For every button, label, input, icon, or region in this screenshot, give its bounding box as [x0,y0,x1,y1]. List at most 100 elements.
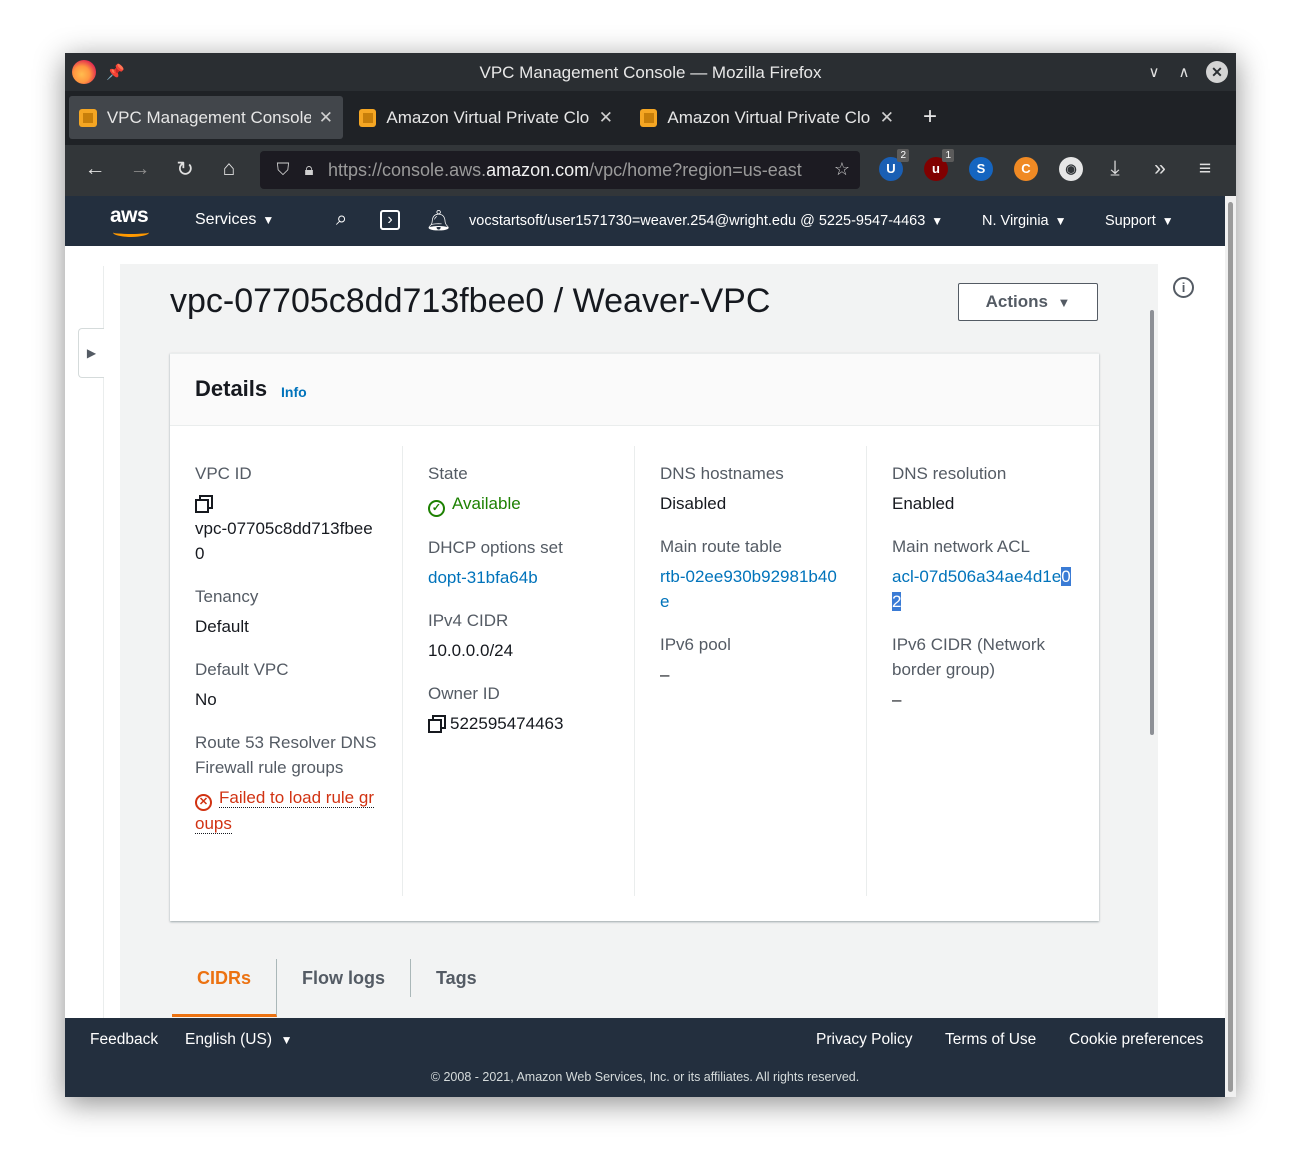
eye-extension-icon[interactable]: ◉ [1059,157,1083,181]
details-column-2: State ✓ Available DHCP options set dopt-3… [402,446,634,896]
ublock-extension-icon[interactable]: U2 [879,149,909,181]
cloudshell-icon[interactable]: › [380,210,400,230]
lock-icon[interactable]: 🔒︎ [298,160,320,180]
details-column-3: DNS hostnames Disabled Main route table … [634,446,866,896]
tab-label: Amazon Virtual Private Clo [667,107,871,127]
tab-flow-logs[interactable]: Flow logs [277,959,412,997]
forward-icon[interactable]: → [128,157,152,181]
details-column-4: DNS resolution Enabled Main network ACL … [866,446,1098,896]
default-vpc-label: Default VPC [195,660,289,679]
main-network-acl-link[interactable]: acl-07d506a34ae4d1e02 [892,564,1077,614]
account-menu[interactable]: vocstartsoft/user1571730=weaver.254@wrig… [469,213,943,229]
details-heading: Details [195,376,268,401]
url-bar[interactable]: ⛉ 🔒︎ https://console.aws.amazon.com/vpc/… [260,151,860,189]
services-menu[interactable]: Services ▼ [195,211,274,229]
ipv6-cidr-value: – [892,690,902,709]
page-scrollbar[interactable] [1225,196,1236,1097]
content-scrollbar[interactable] [1147,264,1158,1018]
owner-id-label: Owner ID [428,684,500,703]
dhcp-options-link[interactable]: dopt-31bfa64b [428,565,613,590]
help-info-icon[interactable]: i [1173,277,1194,298]
c-extension-icon[interactable]: C [1014,157,1038,181]
details-info-link[interactable]: Info [281,384,307,400]
terms-of-use-link[interactable]: Terms of Use [945,1031,1036,1049]
error-icon: ✕ [195,794,212,811]
tab-close-icon[interactable]: ✕ [319,108,333,128]
search-icon[interactable]: ⌕ [336,208,347,231]
side-nav-rail [103,266,104,1018]
dns-hostnames-label: DNS hostnames [660,464,784,483]
back-icon[interactable]: ← [83,157,107,181]
close-window-icon[interactable]: ✕ [1206,61,1228,83]
state-value: ✓ Available [428,491,613,517]
vpc-id-value: vpc-07705c8dd713fbee0 [195,519,373,563]
dns-hostnames-value: Disabled [660,494,727,513]
actions-button[interactable]: Actions ▼ [958,283,1098,321]
copy-icon[interactable] [195,495,213,513]
ipv6-cidr-label: IPv6 CIDR (Network border group) [892,635,1046,679]
details-column-1: VPC ID vpc-07705c8dd713fbee0 Tenancy Def… [170,446,402,896]
default-vpc-value: No [195,690,217,709]
browser-tab-vpc-console[interactable]: VPC Management Console ✕ [69,96,343,139]
ipv6-pool-value: – [660,665,670,684]
aws-cube-icon [640,108,658,127]
maximize-icon[interactable]: ∧ [1176,63,1192,81]
bookmark-star-icon[interactable]: ☆ [834,159,850,180]
minimize-icon[interactable]: ∨ [1146,63,1162,81]
vpc-id-label: VPC ID [195,464,252,483]
ipv6-pool-label: IPv6 pool [660,635,731,654]
tab-close-icon[interactable]: ✕ [880,108,894,128]
language-selector[interactable]: English (US) ▼ [185,1031,293,1049]
aws-cube-icon [359,108,377,127]
hamburger-menu-icon[interactable]: ≡ [1193,157,1217,181]
privacy-policy-link[interactable]: Privacy Policy [816,1031,912,1049]
region-menu[interactable]: N. Virginia ▼ [982,213,1067,229]
browser-tab-vpc-docs-1[interactable]: Amazon Virtual Private Clo ✕ [349,96,623,139]
console-footer: Feedback English (US) ▼ Privacy Policy T… [65,1018,1225,1097]
ipv4-cidr-value: 10.0.0.0/24 [428,641,514,660]
window-titlebar: 📌 VPC Management Console — Mozilla Firef… [65,53,1236,91]
cookie-preferences-link[interactable]: Cookie preferences [1069,1031,1203,1049]
tab-tags[interactable]: Tags [411,959,502,997]
tenancy-value: Default [195,617,249,636]
dns-firewall-label: Route 53 Resolver DNS Firewall rule grou… [195,733,377,777]
check-circle-icon: ✓ [428,500,445,517]
main-content: ▶ i vpc-07705c8dd713fbee0 / Weaver-VPC A… [65,246,1225,1018]
bell-icon[interactable]: 🔔︎ [426,208,451,233]
aws-logo[interactable]: aws [110,204,150,237]
feedback-link[interactable]: Feedback [90,1031,158,1049]
window-title: VPC Management Console — Mozilla Firefox [479,63,822,82]
downloads-icon[interactable]: ⤓ [1103,157,1127,181]
main-route-table-label: Main route table [660,537,782,556]
ublock-origin-extension-icon[interactable]: u1 [924,149,954,181]
details-card: Details Info VPC ID vpc-07705c8dd713fbee… [170,353,1099,921]
owner-id-value: 522595474463 [428,711,613,736]
browser-tab-vpc-docs-2[interactable]: Amazon Virtual Private Clo ✕ [630,96,904,139]
browser-window: 📌 VPC Management Console — Mozilla Firef… [65,53,1236,1097]
dhcp-options-label: DHCP options set [428,538,563,557]
shield-icon[interactable]: ⛉ [272,160,294,180]
ipv4-cidr-label: IPv4 CIDR [428,611,509,630]
aws-console-header: aws Services ▼ ⌕ › 🔔︎ vocstartsoft/user15… [65,196,1225,246]
overflow-icon[interactable]: » [1148,157,1172,181]
details-header: Details Info [170,354,1099,426]
dns-resolution-value: Enabled [892,494,955,513]
open-side-nav-button[interactable]: ▶ [78,328,104,378]
home-icon[interactable]: ⌂ [217,157,241,181]
tab-close-icon[interactable]: ✕ [599,108,613,128]
tab-cidrs[interactable]: CIDRs [172,959,278,1017]
s-extension-icon[interactable]: S [969,157,993,181]
detail-tabs: CIDRs Flow logs Tags [172,959,502,1018]
copy-icon[interactable] [428,715,446,733]
tab-label: Amazon Virtual Private Clo [386,107,590,127]
support-menu[interactable]: Support ▼ [1105,213,1174,229]
reload-icon[interactable]: ↻ [173,157,197,182]
dns-firewall-error[interactable]: ✕ Failed to load rule groups [195,785,380,836]
url-text[interactable]: https://console.aws.amazon.com/vpc/home?… [328,160,818,181]
new-tab-icon[interactable]: + [923,103,937,131]
dns-resolution-label: DNS resolution [892,464,1007,483]
tab-label: VPC Management Console [106,107,311,127]
page-title: vpc-07705c8dd713fbee0 / Weaver-VPC [170,282,771,320]
main-route-table-link[interactable]: rtb-02ee930b92981b40e [660,564,845,614]
tab-strip: VPC Management Console ✕ Amazon Virtual … [65,91,1236,145]
